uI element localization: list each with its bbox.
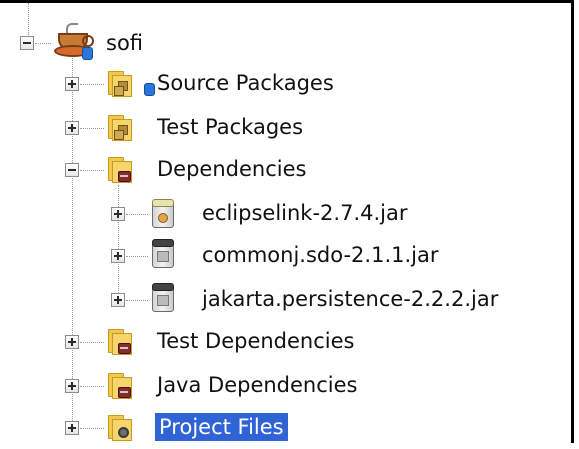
test-dependencies-folder-icon bbox=[106, 329, 132, 355]
tree-connector bbox=[80, 428, 104, 429]
project-tree-panel: sofi Source Packages Test Packages Depen… bbox=[0, 0, 574, 443]
tree-connector bbox=[80, 342, 104, 343]
source-packages-folder-icon bbox=[106, 71, 155, 97]
tree-node-label[interactable]: eclipselink-2.7.4.jar bbox=[202, 199, 408, 227]
expand-toggle[interactable] bbox=[65, 421, 79, 435]
tree-node-label[interactable]: Java Dependencies bbox=[157, 371, 357, 399]
tree-node-label[interactable]: Dependencies bbox=[157, 155, 306, 183]
jar-icon bbox=[150, 283, 174, 312]
tree-node-java-dependencies[interactable]: Java Dependencies bbox=[0, 367, 574, 407]
tree-connector bbox=[126, 300, 148, 301]
expand-toggle[interactable] bbox=[65, 77, 79, 91]
tree-connector bbox=[35, 43, 51, 44]
project-files-folder-icon bbox=[106, 415, 132, 441]
java-project-icon bbox=[52, 23, 94, 60]
tree-node-label-selected[interactable]: Project Files bbox=[155, 413, 288, 441]
tree-node-label[interactable]: commonj.sdo-2.1.1.jar bbox=[202, 241, 439, 269]
project-tree[interactable]: sofi Source Packages Test Packages Depen… bbox=[0, 3, 574, 446]
project-label[interactable]: sofi bbox=[106, 29, 143, 57]
jar-icon bbox=[150, 239, 174, 268]
java-dependencies-folder-icon bbox=[106, 373, 132, 399]
tree-connector bbox=[126, 214, 148, 215]
tree-node-source-packages[interactable]: Source Packages bbox=[0, 65, 574, 105]
tree-node-jar[interactable]: eclipselink-2.7.4.jar bbox=[0, 195, 574, 235]
tree-node-test-packages[interactable]: Test Packages bbox=[0, 109, 574, 149]
collapse-toggle[interactable] bbox=[20, 36, 34, 50]
tree-connector bbox=[80, 128, 104, 129]
tree-node-label[interactable]: jakarta.persistence-2.2.2.jar bbox=[202, 285, 498, 313]
tree-node-jar[interactable]: jakarta.persistence-2.2.2.jar bbox=[0, 281, 574, 321]
expand-toggle[interactable] bbox=[65, 379, 79, 393]
tree-node-dependencies[interactable]: Dependencies bbox=[0, 151, 574, 191]
tree-node-jar[interactable]: commonj.sdo-2.1.1.jar bbox=[0, 237, 574, 277]
dependencies-folder-icon bbox=[106, 157, 132, 183]
expand-toggle[interactable] bbox=[65, 121, 79, 135]
tree-node-project[interactable]: sofi bbox=[0, 23, 574, 63]
tree-node-label[interactable]: Test Dependencies bbox=[157, 327, 354, 355]
collapse-toggle[interactable] bbox=[65, 163, 79, 177]
tree-node-label[interactable]: Source Packages bbox=[157, 69, 334, 97]
expand-toggle[interactable] bbox=[111, 249, 125, 263]
tree-connector bbox=[80, 84, 104, 85]
tree-node-project-files[interactable]: Project Files bbox=[0, 409, 574, 449]
expand-toggle[interactable] bbox=[65, 335, 79, 349]
expand-toggle[interactable] bbox=[111, 293, 125, 307]
jar-icon bbox=[150, 199, 174, 228]
tree-connector bbox=[80, 386, 104, 387]
test-packages-folder-icon bbox=[106, 115, 132, 141]
tree-node-label[interactable]: Test Packages bbox=[157, 113, 303, 141]
tree-connector bbox=[126, 256, 148, 257]
tree-connector bbox=[80, 170, 104, 171]
tree-node-test-dependencies[interactable]: Test Dependencies bbox=[0, 323, 574, 363]
expand-toggle[interactable] bbox=[111, 207, 125, 221]
